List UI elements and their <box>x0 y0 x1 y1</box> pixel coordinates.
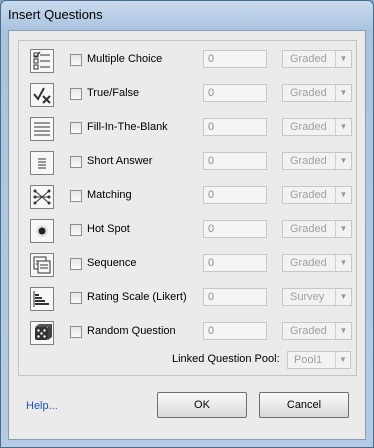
question-row-random-question: Random Question 0 Graded ▼ <box>19 316 358 350</box>
dropdown-arrow-icon: ▼ <box>335 221 351 237</box>
fill-in-the-blank-count-input[interactable]: 0 <box>203 118 267 136</box>
short-answer-count-input[interactable]: 0 <box>203 152 267 170</box>
true-false-icon <box>30 83 54 107</box>
sequence-label: Sequence <box>87 257 137 269</box>
grading-value: Graded <box>290 257 327 269</box>
linked-pool-label: Linked Question Pool: <box>172 353 280 365</box>
short-answer-grading-select[interactable]: Graded ▼ <box>282 152 352 170</box>
dropdown-arrow-icon: ▼ <box>335 289 351 305</box>
dropdown-arrow-icon: ▼ <box>335 51 351 67</box>
random-question-icon <box>30 321 54 345</box>
dropdown-arrow-icon: ▼ <box>335 323 351 339</box>
matching-icon <box>30 185 54 209</box>
question-row-matching: Matching 0 Graded ▼ <box>19 180 358 214</box>
sequence-grading-select[interactable]: Graded ▼ <box>282 254 352 272</box>
question-row-true-false: True/False 0 Graded ▼ <box>19 78 358 112</box>
random-question-checkbox[interactable] <box>70 326 82 338</box>
hot-spot-checkbox[interactable] <box>70 224 82 236</box>
true-false-grading-select[interactable]: Graded ▼ <box>282 84 352 102</box>
random-question-grading-select[interactable]: Graded ▼ <box>282 322 352 340</box>
fill-in-the-blank-icon <box>30 117 54 141</box>
question-types-panel: Multiple Choice 0 Graded ▼ True/False 0 G… <box>18 40 357 376</box>
question-row-sequence: Sequence 0 Graded ▼ <box>19 248 358 282</box>
multiple-choice-label: Multiple Choice <box>87 53 163 65</box>
cancel-button[interactable]: Cancel <box>259 392 349 418</box>
question-row-short-answer: Short Answer 0 Graded ▼ <box>19 146 358 180</box>
rating-scale-label: Rating Scale (Likert) <box>87 291 187 303</box>
multiple-choice-icon <box>30 49 54 73</box>
random-question-label: Random Question <box>87 325 176 337</box>
grading-value: Graded <box>290 121 327 133</box>
question-row-multiple-choice: Multiple Choice 0 Graded ▼ <box>19 44 358 78</box>
rating-scale-checkbox[interactable] <box>70 292 82 304</box>
rating-scale-grading-select[interactable]: Survey ▼ <box>282 288 352 306</box>
short-answer-label: Short Answer <box>87 155 153 167</box>
fill-in-the-blank-checkbox[interactable] <box>70 122 82 134</box>
true-false-label: True/False <box>87 87 140 99</box>
fill-in-the-blank-label: Fill-In-The-Blank <box>87 121 168 133</box>
grading-value: Graded <box>290 325 327 337</box>
hot-spot-icon <box>30 219 54 243</box>
dropdown-arrow-icon: ▼ <box>335 255 351 271</box>
hot-spot-grading-select[interactable]: Graded ▼ <box>282 220 352 238</box>
grading-value: Graded <box>290 223 327 235</box>
true-false-checkbox[interactable] <box>70 88 82 100</box>
multiple-choice-checkbox[interactable] <box>70 54 82 66</box>
dropdown-arrow-icon: ▼ <box>335 85 351 101</box>
help-link[interactable]: Help... <box>26 400 58 412</box>
insert-questions-dialog: Insert Questions Multiple Choice 0 Grade… <box>0 0 374 448</box>
linked-pool-value: Pool1 <box>294 354 323 366</box>
question-row-rating-scale: Rating Scale (Likert) 0 Survey ▼ <box>19 282 358 316</box>
multiple-choice-grading-select[interactable]: Graded ▼ <box>282 50 352 68</box>
dropdown-arrow-icon: ▼ <box>335 352 350 368</box>
title-bar[interactable]: Insert Questions <box>1 1 373 29</box>
random-question-count-input[interactable]: 0 <box>203 322 267 340</box>
grading-value: Graded <box>290 53 327 65</box>
dropdown-arrow-icon: ▼ <box>335 153 351 169</box>
linked-pool-select[interactable]: Pool1 ▼ <box>287 351 351 369</box>
matching-checkbox[interactable] <box>70 190 82 202</box>
grading-value: Graded <box>290 155 327 167</box>
hot-spot-count-input[interactable]: 0 <box>203 220 267 238</box>
question-row-fill-in-the-blank: Fill-In-The-Blank 0 Graded ▼ <box>19 112 358 146</box>
fill-in-the-blank-grading-select[interactable]: Graded ▼ <box>282 118 352 136</box>
ok-button[interactable]: OK <box>157 392 247 418</box>
matching-label: Matching <box>87 189 132 201</box>
matching-grading-select[interactable]: Graded ▼ <box>282 186 352 204</box>
grading-value: Graded <box>290 189 327 201</box>
dropdown-arrow-icon: ▼ <box>335 187 351 203</box>
sequence-icon <box>30 253 54 277</box>
grading-value: Graded <box>290 87 327 99</box>
question-row-hot-spot: Hot Spot 0 Graded ▼ <box>19 214 358 248</box>
sequence-checkbox[interactable] <box>70 258 82 270</box>
matching-count-input[interactable]: 0 <box>203 186 267 204</box>
short-answer-checkbox[interactable] <box>70 156 82 168</box>
hot-spot-label: Hot Spot <box>87 223 130 235</box>
dialog-title: Insert Questions <box>8 7 103 22</box>
dialog-body: Multiple Choice 0 Graded ▼ True/False 0 G… <box>8 30 366 440</box>
true-false-count-input[interactable]: 0 <box>203 84 267 102</box>
rating-scale-icon <box>30 287 54 311</box>
dropdown-arrow-icon: ▼ <box>335 119 351 135</box>
grading-value: Survey <box>290 291 325 303</box>
multiple-choice-count-input[interactable]: 0 <box>203 50 267 68</box>
sequence-count-input[interactable]: 0 <box>203 254 267 272</box>
short-answer-icon <box>30 151 54 175</box>
rating-scale-count-input[interactable]: 0 <box>203 288 267 306</box>
